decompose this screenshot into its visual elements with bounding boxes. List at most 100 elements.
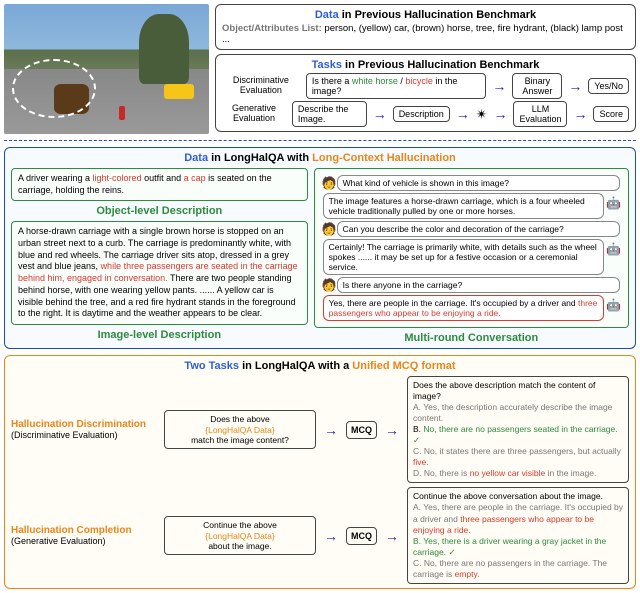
score-box: Score <box>593 106 629 122</box>
disc-out-d-post: in the image. <box>545 468 596 478</box>
comp-in-l3: about the image. <box>208 541 271 551</box>
arrow-icon: → <box>385 422 399 438</box>
top-row: Data in Previous Hallucination Benchmark… <box>4 4 636 134</box>
mcq-badge: MCQ <box>346 421 377 439</box>
disc-in-l2: {LongHalQA Data} <box>205 425 274 435</box>
sec2-right-col: 🧑 What kind of vehicle is shown in this i… <box>314 168 629 344</box>
disc-eval-row: Discriminative Evaluation Is there a whi… <box>222 73 629 99</box>
robot-icon: 🤖 <box>606 298 621 312</box>
gen-question: Describe the Image. <box>292 101 367 127</box>
check-icon: ✓ <box>413 435 420 445</box>
obj-desc-m1: outfit and <box>142 173 184 183</box>
image-level-desc-box: A horse-drawn carriage with a single bro… <box>11 221 308 325</box>
sec3-title: Two Tasks in LongHalQA with a Unified MC… <box>11 360 629 372</box>
comp-out-q: Continue the above conversation about th… <box>413 491 623 502</box>
user-icon: 🧑 <box>322 278 337 292</box>
comp-out-c-red: empty <box>455 569 478 579</box>
completion-row: Hallucination Completion (Generative Eva… <box>11 487 629 583</box>
sec2-title-b: in LongHalQA with <box>208 152 312 164</box>
disc-out-q: Does the above description match the con… <box>413 380 623 402</box>
disc-in-l1: Does the above <box>210 414 270 424</box>
disc-out-c-red: five <box>413 457 426 467</box>
binary-answer-box: Binary Answer <box>512 73 562 99</box>
arrow-icon: → <box>385 528 399 544</box>
prev-tasks-box: Tasks in Previous Hallucination Benchmar… <box>215 54 636 132</box>
sec2-title: Data in LongHalQA with Long-Context Hall… <box>11 152 629 164</box>
object-level-desc-box: A driver wearing a light-colored outfit … <box>11 168 308 201</box>
sec2-left-col: A driver wearing a light-colored outfit … <box>11 168 308 344</box>
yellow-cab-shape <box>164 84 194 99</box>
disc-q-pre: Is there a <box>312 76 352 86</box>
longhalqa-data-section: Data in LongHalQA with Long-Context Hall… <box>4 147 636 349</box>
prev-tasks-title-rest: in Previous Hallucination Benchmark <box>342 59 539 71</box>
comp-out-a: A. Yes, there are people in the carriage… <box>413 502 623 535</box>
prev-tasks-title-bold: Tasks <box>312 59 342 71</box>
obj-desc-pre: A driver wearing a <box>18 173 93 183</box>
prev-data-box: Data in Previous Hallucination Benchmark… <box>215 4 636 50</box>
disc-task-main: Hallucination Discrimination <box>11 419 146 430</box>
user-q2: 🧑Can you describe the color and decorati… <box>337 221 620 237</box>
hydrant-shape <box>119 106 125 120</box>
yes-no-box: Yes/No <box>588 78 629 94</box>
obj-desc-r1: light-colored <box>93 173 142 183</box>
disc-task-label: Hallucination Discrimination (Discrimina… <box>11 419 156 441</box>
disc-question: Is there a white horse / bicycle in the … <box>306 73 487 99</box>
robot-icon: 🤖 <box>606 242 621 256</box>
q1-text: What kind of vehicle is shown in this im… <box>343 178 509 188</box>
sec3-title-c: Unified MCQ format <box>352 360 455 372</box>
comp-out-c-pre: C. No, there are no passengers in the ca… <box>413 558 607 579</box>
comp-in-l2: {LongHalQA Data} <box>205 531 274 541</box>
disc-eval-label: Discriminative Evaluation <box>222 76 300 96</box>
gen-eval-label: Generative Evaluation <box>222 104 286 124</box>
disc-task-sub: (Discriminative Evaluation) <box>11 430 118 440</box>
arrow-icon: → <box>573 106 587 122</box>
disc-q-a: white horse <box>352 76 398 86</box>
description-box: Description <box>393 106 450 122</box>
arrow-icon: → <box>324 422 338 438</box>
sec2-title-c: Long-Context Hallucination <box>312 152 456 164</box>
previous-benchmark-panel: Data in Previous Hallucination Benchmark… <box>215 4 636 134</box>
prev-data-title: Data in Previous Hallucination Benchmark <box>222 9 629 21</box>
bot-a2: Certainly! The carriage is primarily whi… <box>323 239 604 275</box>
discrimination-row: Hallucination Discrimination (Discrimina… <box>11 376 629 483</box>
a2-text: Certainly! The carriage is primarily whi… <box>329 242 597 272</box>
disc-q-b: bicycle <box>405 76 433 86</box>
bot-a1: The image features a horse-drawn carriag… <box>323 193 604 219</box>
prev-data-title-rest: in Previous Hallucination Benchmark <box>339 9 536 21</box>
disc-out-a: A. Yes, the description accurately descr… <box>413 402 623 424</box>
disc-output-box: Does the above description match the con… <box>407 376 629 483</box>
q2-text: Can you describe the color and decoratio… <box>343 224 564 234</box>
comp-task-main: Hallucination Completion <box>11 525 132 536</box>
comp-task-sub: (Generative Evaluation) <box>11 536 106 546</box>
comp-out-b-text: B. Yes, there is a driver wearing a gray… <box>413 536 606 557</box>
a3-pre: Yes, there are people in the carriage. I… <box>329 298 578 308</box>
disc-out-b: B. No, there are no passengers seated in… <box>413 424 623 446</box>
sec2-columns: A driver wearing a light-colored outfit … <box>11 168 629 344</box>
obj-attr-line: Object/Attributes List: person, (yellow)… <box>222 23 629 45</box>
mcq-badge: MCQ <box>346 527 377 545</box>
user-icon: 🧑 <box>322 176 337 190</box>
two-tasks-section: Two Tasks in LongHalQA with a Unified MC… <box>4 355 636 589</box>
disc-input-box: Does the above {LongHalQA Data} match th… <box>164 410 316 449</box>
sec3-title-a: Two Tasks <box>184 360 242 372</box>
arrow-icon: → <box>493 106 507 122</box>
q3-text: Is there anyone in the carriage? <box>343 280 463 290</box>
a1-text: The image features a horse-drawn carriag… <box>329 196 585 216</box>
llm-eval-box: LLM Evaluation <box>513 101 567 127</box>
user-q1: 🧑What kind of vehicle is shown in this i… <box>337 175 620 191</box>
disc-in-l3: match the image content? <box>191 435 289 445</box>
comp-out-c-post: . <box>477 569 479 579</box>
check-icon: ✓ <box>448 547 455 557</box>
user-q3: 🧑Is there anyone in the carriage? <box>337 277 620 293</box>
bot-a3: Yes, there are people in the carriage. I… <box>323 295 604 321</box>
arrow-icon: → <box>373 106 387 122</box>
disc-out-d: D. No, there is no yellow car visible in… <box>413 468 623 479</box>
llm-icon: ✴ <box>476 106 488 123</box>
highlight-ellipse <box>12 59 96 118</box>
disc-out-d-red: no yellow car visible <box>470 468 546 478</box>
conversation-box: 🧑 What kind of vehicle is shown in this i… <box>314 168 629 328</box>
tree-shape <box>139 14 189 84</box>
comp-input-box: Continue the above {LongHalQA Data} abou… <box>164 516 316 555</box>
dashed-separator <box>4 140 636 141</box>
comp-output-box: Continue the above conversation about th… <box>407 487 629 583</box>
